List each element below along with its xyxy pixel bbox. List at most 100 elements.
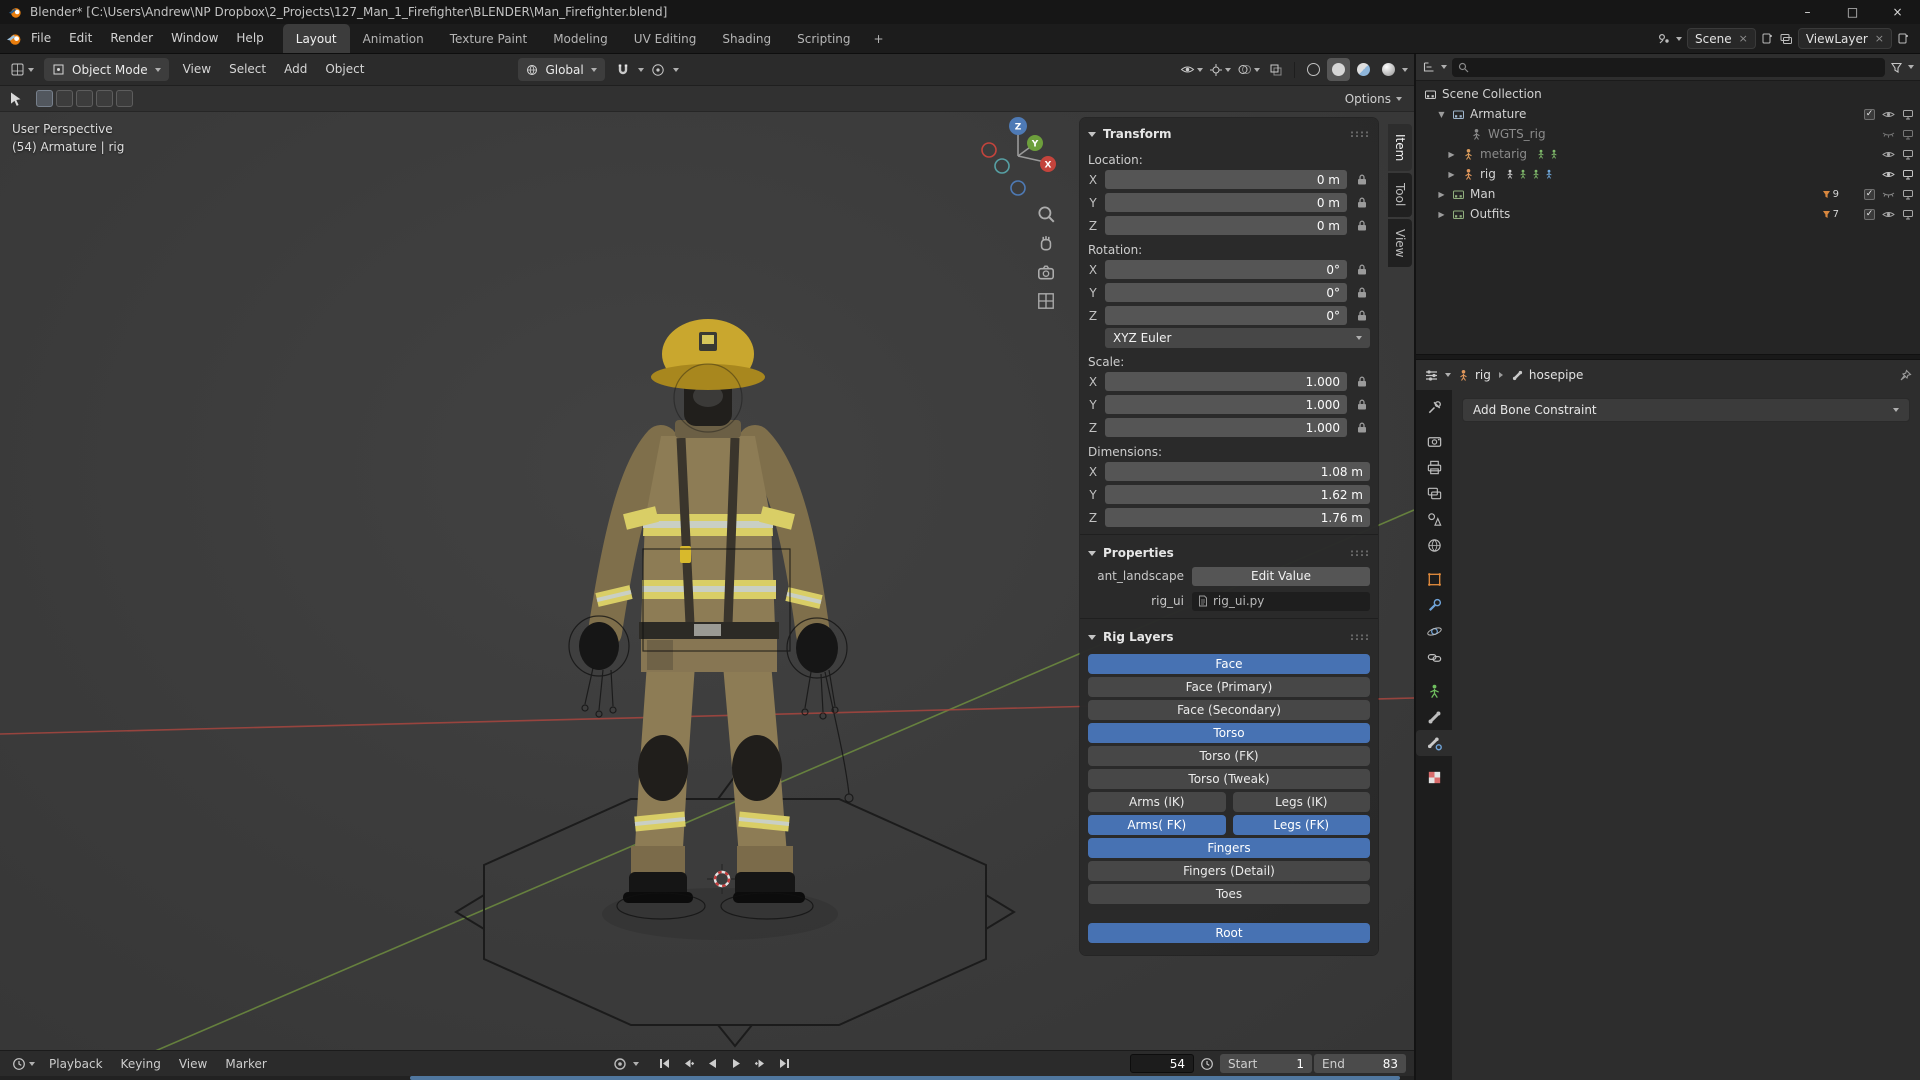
close-button[interactable]: × [1875, 0, 1920, 24]
lock-rotation-x-button[interactable] [1354, 264, 1370, 275]
gizmo-z-neg-axis[interactable] [1010, 180, 1026, 196]
menu-select[interactable]: Select [221, 54, 274, 85]
scene-browse-chevron-icon[interactable] [1676, 36, 1683, 41]
outliner-row-scene-collection[interactable]: Scene Collection [1416, 84, 1920, 104]
menu-window[interactable]: Window [162, 24, 227, 53]
ortho-grid-icon[interactable] [1036, 291, 1056, 311]
menu-help[interactable]: Help [227, 24, 272, 53]
preview-range-button[interactable] [1196, 1054, 1218, 1074]
menu-view[interactable]: View [171, 1057, 215, 1071]
filter-funnel-icon[interactable] [1890, 61, 1903, 74]
prev-keyframe-button[interactable] [677, 1054, 699, 1074]
scene-name-field[interactable]: Scene × [1687, 28, 1756, 49]
rig-layer-toes-button[interactable]: Toes [1088, 884, 1370, 904]
xray-toggle-button[interactable] [1264, 58, 1287, 81]
select-subtract-button[interactable] [76, 90, 93, 107]
menu-view[interactable]: View [175, 54, 219, 85]
blender-menu-icon[interactable] [6, 31, 22, 47]
rig-layer-face-primary-button[interactable]: Face (Primary) [1088, 677, 1370, 697]
hide-eye-icon[interactable] [1882, 149, 1895, 160]
workspace-tab-layout[interactable]: Layout [282, 24, 350, 53]
filter-chevron-icon[interactable] [1908, 65, 1914, 69]
hide-eye-closed-icon[interactable] [1882, 129, 1895, 140]
timeline-scrollbar-thumb[interactable] [410, 1076, 1400, 1080]
zoom-icon[interactable] [1036, 204, 1056, 224]
timeline-scrollbar[interactable] [0, 1076, 1414, 1080]
lock-scale-x-button[interactable] [1354, 376, 1370, 387]
tab-object-icon[interactable] [1416, 566, 1452, 592]
play-button[interactable] [725, 1054, 747, 1074]
maximize-button[interactable]: □ [1830, 0, 1875, 24]
rig-layer-arms-fk-button[interactable]: Arms( FK) [1088, 815, 1226, 835]
tab-view-layer-icon[interactable] [1416, 480, 1452, 506]
add-bone-constraint-button[interactable]: Add Bone Constraint [1462, 398, 1910, 422]
dimensions-x-field[interactable]: 1.08 m [1105, 462, 1370, 481]
pan-hand-icon[interactable] [1036, 233, 1056, 253]
editor-type-button[interactable] [6, 62, 38, 77]
disable-viewport-icon[interactable] [1902, 209, 1914, 220]
menu-marker[interactable]: Marker [217, 1057, 274, 1071]
view-layer-icon[interactable] [1779, 32, 1793, 46]
menu-object[interactable]: Object [317, 54, 372, 85]
breadcrumb-bone[interactable]: hosepipe [1511, 368, 1583, 382]
scale-x-field[interactable]: 1.000 [1105, 372, 1347, 391]
tab-tool-icon[interactable] [1416, 394, 1452, 420]
scale-y-field[interactable]: 1.000 [1105, 395, 1347, 414]
add-workspace-button[interactable]: + [864, 24, 894, 53]
snap-chevron-icon[interactable] [637, 67, 644, 72]
shading-material-button[interactable] [1352, 58, 1375, 81]
pin-icon[interactable] [1899, 368, 1912, 382]
play-reverse-button[interactable] [701, 1054, 723, 1074]
menu-render[interactable]: Render [101, 24, 162, 53]
tab-physics-icon[interactable] [1416, 618, 1452, 644]
menu-add[interactable]: Add [276, 54, 315, 85]
outliner-row-metarig[interactable]: ▶ metarig [1416, 144, 1920, 164]
rig-layer-legs-ik-button[interactable]: Legs (IK) [1232, 792, 1370, 812]
start-frame-field[interactable]: Start 1 [1220, 1054, 1313, 1073]
outliner-row-man[interactable]: ▶ Man 9 ✓ [1416, 184, 1920, 204]
rig-layer-fingers-button[interactable]: Fingers [1088, 838, 1370, 858]
properties-panel-header[interactable]: Properties :::: [1088, 541, 1370, 565]
disable-viewport-icon[interactable] [1902, 189, 1914, 200]
view-layer-field[interactable]: ViewLayer × [1797, 28, 1892, 49]
rig-layer-torso-button[interactable]: Torso [1088, 723, 1370, 743]
hide-eye-icon[interactable] [1882, 209, 1895, 220]
exclude-checkbox[interactable]: ✓ [1864, 188, 1875, 200]
hide-eye-icon[interactable] [1882, 109, 1895, 120]
disclosure-icon[interactable]: ▼ [1436, 110, 1447, 119]
new-scene-icon[interactable] [1761, 32, 1774, 45]
exclude-checkbox[interactable]: ✓ [1864, 208, 1875, 220]
select-extend-button[interactable] [56, 90, 73, 107]
viewport-3d[interactable]: User Perspective (54) Armature | rig Z Y [0, 112, 1414, 1050]
workspace-tab-modeling[interactable]: Modeling [540, 24, 621, 53]
gizmo-y-neg-axis[interactable] [994, 158, 1010, 174]
tab-bone-icon[interactable] [1416, 704, 1452, 730]
mode-select[interactable]: Object Mode [44, 58, 169, 81]
disclosure-icon[interactable]: ▶ [1446, 150, 1457, 159]
shading-rendered-button[interactable] [1377, 58, 1400, 81]
rig-layer-torso-fk-button[interactable]: Torso (FK) [1088, 746, 1370, 766]
workspace-tab-scripting[interactable]: Scripting [784, 24, 863, 53]
lock-location-z-button[interactable] [1354, 220, 1370, 231]
disclosure-icon[interactable]: ▶ [1446, 170, 1457, 179]
outliner-row-wgts-rig[interactable]: WGTS_rig [1416, 124, 1920, 144]
minimize-button[interactable]: – [1785, 0, 1830, 24]
scale-z-field[interactable]: 1.000 [1105, 418, 1347, 437]
lock-location-x-button[interactable] [1354, 174, 1370, 185]
keying-set-chevron-icon[interactable] [633, 1061, 640, 1066]
disable-viewport-icon[interactable] [1902, 129, 1914, 140]
outliner-editor-icon[interactable] [1422, 60, 1436, 74]
camera-view-icon[interactable] [1036, 262, 1056, 282]
select-set-button[interactable] [36, 90, 53, 107]
gizmos-toggle-button[interactable] [1207, 58, 1233, 81]
exclude-checkbox[interactable]: ✓ [1864, 108, 1875, 120]
shading-chevron-icon[interactable] [1402, 67, 1408, 72]
rig-layer-arms-ik-button[interactable]: Arms (IK) [1088, 792, 1226, 812]
properties-editor-chevron-icon[interactable] [1445, 373, 1451, 377]
rotation-y-field[interactable]: 0° [1105, 283, 1347, 302]
lock-location-y-button[interactable] [1354, 197, 1370, 208]
orientation-select[interactable]: Global [518, 58, 605, 81]
sidebar-tab-item[interactable]: Item [1388, 124, 1412, 172]
lock-rotation-z-button[interactable] [1354, 310, 1370, 321]
outliner-row-rig[interactable]: ▶ rig [1416, 164, 1920, 184]
